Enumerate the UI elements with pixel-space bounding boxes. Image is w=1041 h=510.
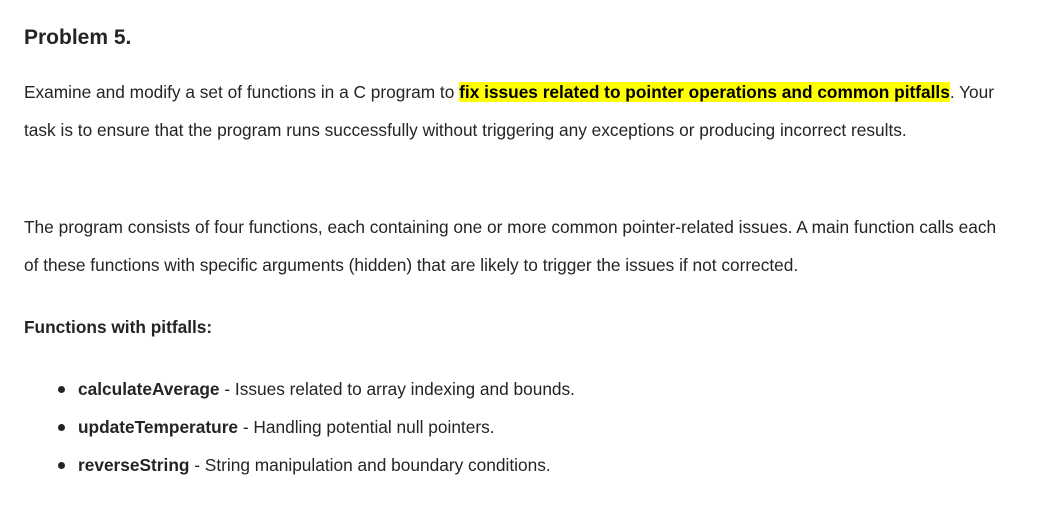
function-name: calculateAverage [78,379,220,399]
program-description-paragraph: The program consists of four functions, … [24,217,997,275]
list-item: updateTemperature - Handling potential n… [24,408,575,446]
function-description: Handling potential null pointers. [253,417,495,437]
problem-title: Problem 5. [24,26,132,49]
bullet-icon [58,462,65,469]
bullet-icon [58,424,65,431]
function-name: reverseString [78,455,190,475]
function-description: String manipulation and boundary conditi… [204,455,551,475]
problem-document: Problem 5. Examine and modify a set of f… [0,0,1041,510]
functions-list: calculateAverage - Issues related to arr… [24,370,575,484]
list-item: calculateAverage - Issues related to arr… [24,370,575,408]
functions-subheading: Functions with pitfalls: [24,317,213,337]
highlighted-task: fix issues related to pointer operations… [459,82,950,102]
separator: - [189,455,205,475]
function-description: Issues related to array indexing and bou… [234,379,575,399]
bullet-icon [58,386,65,393]
intro-paragraph: Examine and modify a set of functions in… [24,73,1014,149]
separator: - [219,379,235,399]
separator: - [238,417,254,437]
function-name: updateTemperature [78,417,239,437]
list-item: reverseString - String manipulation and … [24,446,575,484]
intro-text-before: Examine and modify a set of functions in… [24,82,460,102]
